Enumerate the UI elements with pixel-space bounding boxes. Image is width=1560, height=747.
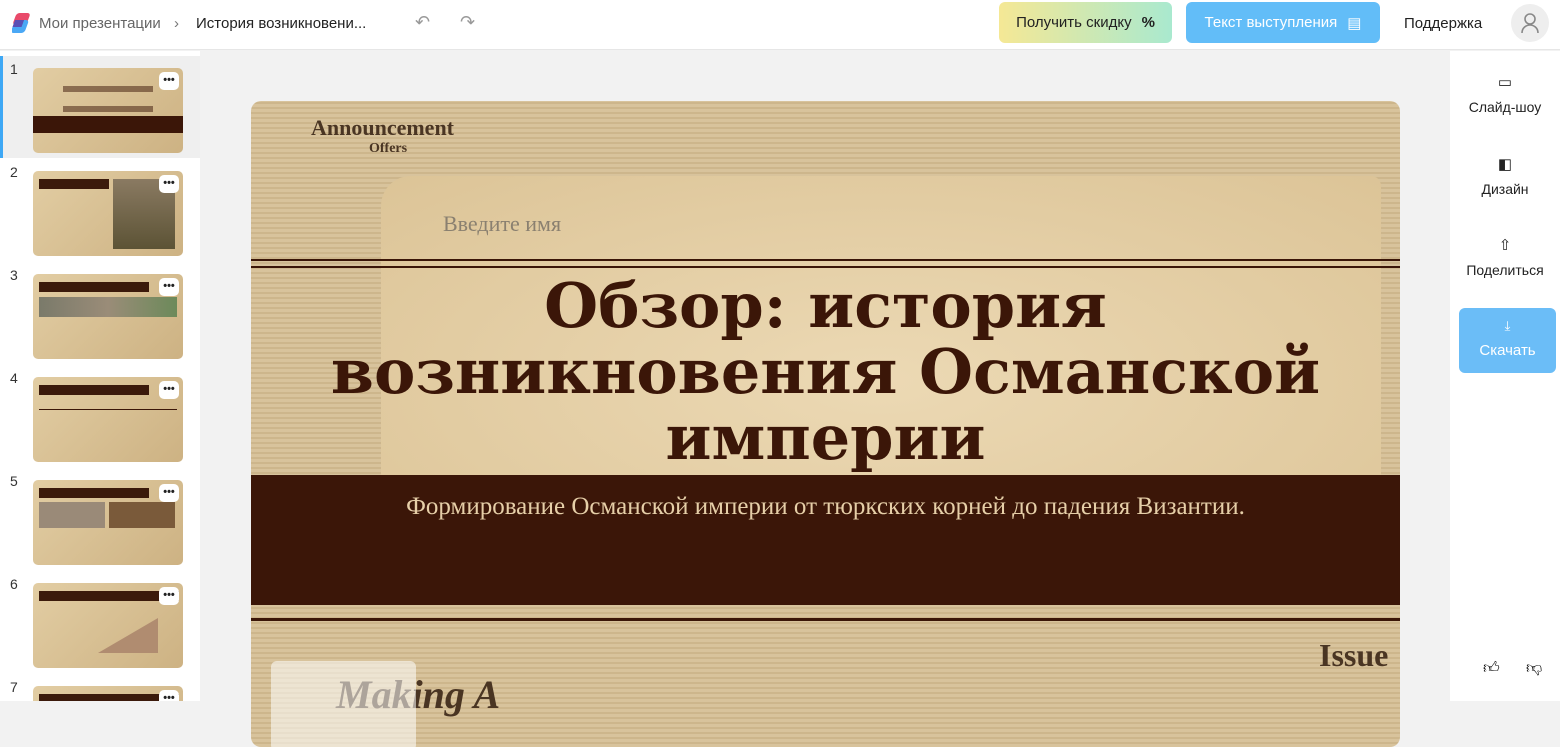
slide-number: 7: [10, 679, 18, 695]
divider-line: [251, 266, 1400, 268]
presentation-icon: ▭: [1497, 74, 1513, 91]
slide-more-button[interactable]: •••: [159, 72, 179, 90]
percent-icon: %: [1141, 14, 1155, 31]
subtitle-band: Формирование Османской империи от тюркск…: [251, 475, 1400, 605]
divider-line: [251, 618, 1400, 621]
share-icon: ⇧: [1498, 237, 1512, 254]
slide-number: 6: [10, 576, 18, 592]
design-button[interactable]: ◧ Дизайн: [1450, 155, 1560, 197]
download-button[interactable]: ⤓ Скачать: [1459, 308, 1556, 373]
support-link[interactable]: Поддержка: [1404, 15, 1482, 32]
slide-number: 3: [10, 267, 18, 283]
watermark-logo-icon: [271, 661, 416, 747]
slide-thumbnail-3[interactable]: 3 •••: [0, 262, 200, 364]
get-discount-button[interactable]: Получить скидку%: [999, 2, 1172, 43]
thumbnail-image: •••: [33, 377, 183, 462]
speech-text-label: Текст выступления: [1204, 14, 1338, 31]
slide-canvas[interactable]: Announcement Offers Issue Making A Введи…: [251, 101, 1400, 747]
thumbnail-image: •••: [33, 686, 183, 701]
slide-more-button[interactable]: •••: [159, 278, 179, 296]
slide-more-button[interactable]: •••: [159, 484, 179, 502]
slide-number: 5: [10, 473, 18, 489]
slide-title[interactable]: Обзор: история возникновения Османской и…: [251, 273, 1400, 471]
thumbs-down-icon[interactable]: 👎︎: [1526, 659, 1542, 678]
download-label: Скачать: [1479, 342, 1536, 359]
palette-icon: ◧: [1497, 156, 1513, 173]
thumbnail-image: •••: [33, 68, 183, 153]
thumbnail-image: •••: [33, 171, 183, 256]
user-icon: [1521, 13, 1539, 34]
slide-more-button[interactable]: •••: [159, 175, 179, 193]
slideshow-label: Слайд-шоу: [1468, 99, 1542, 115]
author-name-placeholder[interactable]: Введите имя: [443, 211, 561, 237]
slideshow-button[interactable]: ▭ Слайд-шоу: [1450, 73, 1560, 115]
slide-more-button[interactable]: •••: [159, 381, 179, 399]
app-logo-icon[interactable]: [12, 12, 34, 34]
avatar[interactable]: [1511, 4, 1549, 42]
thumbnail-image: •••: [33, 583, 183, 668]
slide-thumbnail-2[interactable]: 2 •••: [0, 159, 200, 261]
thumbs-up-icon[interactable]: 👍︎: [1483, 659, 1500, 678]
thumbnail-image: •••: [33, 274, 183, 359]
slide-more-button[interactable]: •••: [159, 587, 179, 605]
slide-number: 1: [10, 61, 18, 77]
slide-thumbnail-1[interactable]: 1 •••: [0, 56, 200, 158]
document-icon: ▤: [1347, 14, 1362, 32]
slide-subtitle[interactable]: Формирование Османской империи от тюркск…: [251, 493, 1400, 521]
redo-icon[interactable]: ↷: [460, 12, 475, 33]
speech-text-button[interactable]: Текст выступления ▤: [1186, 2, 1380, 43]
slide-thumbnail-5[interactable]: 5 •••: [0, 468, 200, 570]
deco-announcement: Announcement: [311, 115, 455, 140]
thumbnail-image: •••: [33, 480, 183, 565]
design-label: Дизайн: [1481, 181, 1529, 197]
deco-issue: Issue: [1319, 637, 1389, 673]
deco-offers: Offers: [369, 141, 408, 156]
breadcrumb-chevron-icon: ›: [174, 15, 179, 32]
slide-number: 2: [10, 164, 18, 180]
share-button[interactable]: ⇧ Поделиться: [1450, 236, 1560, 278]
selection-indicator: [0, 56, 3, 158]
slide-thumbnails-panel: 1 ••• 2 ••• 3 ••• 4 ••• 5 ••• 6 ••• 7 •••: [0, 51, 200, 701]
slide-thumbnail-7[interactable]: 7 •••: [0, 674, 200, 701]
slide-more-button[interactable]: •••: [159, 690, 179, 701]
right-panel: ▭ Слайд-шоу ◧ Дизайн ⇧ Поделиться ⤓ Скачать …: [1450, 51, 1560, 701]
slide-thumbnail-4[interactable]: 4 •••: [0, 365, 200, 467]
document-title[interactable]: История возникновени...: [196, 15, 366, 32]
divider-line: [251, 259, 1400, 261]
get-discount-label: Получить скидку: [1016, 14, 1132, 31]
slide-number: 4: [10, 370, 18, 386]
breadcrumb-my-presentations[interactable]: Мои презентации: [39, 15, 161, 32]
share-label: Поделиться: [1466, 262, 1544, 278]
top-bar: Мои презентации › История возникновени..…: [0, 0, 1560, 50]
slide-thumbnail-6[interactable]: 6 •••: [0, 571, 200, 673]
undo-icon[interactable]: ↶: [415, 12, 430, 33]
download-icon: ⤓: [1504, 318, 1511, 333]
